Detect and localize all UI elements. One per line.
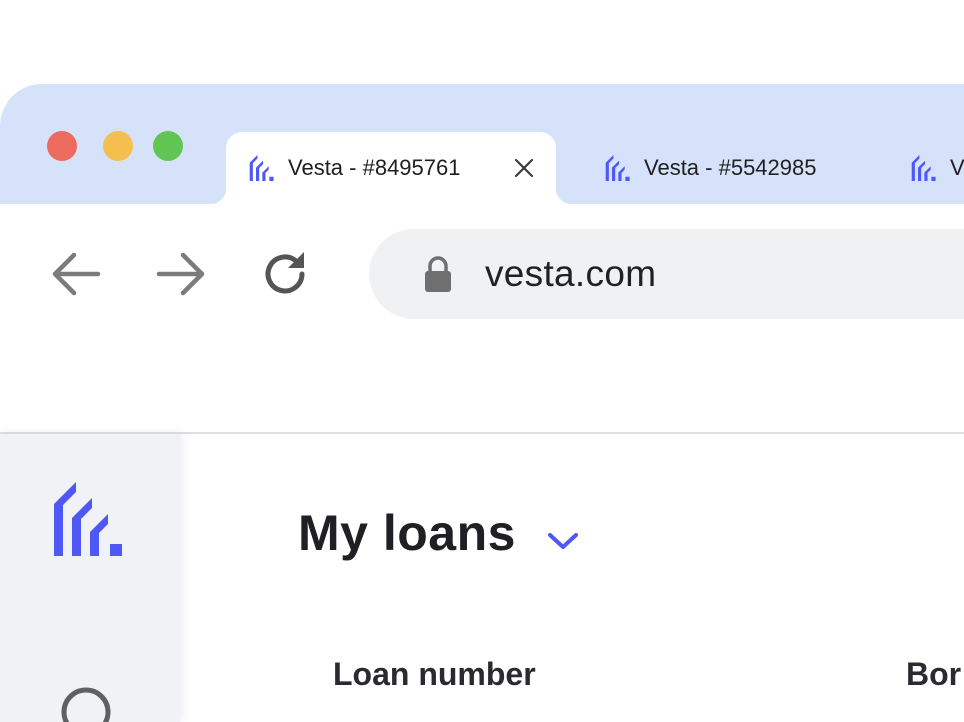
back-button[interactable]	[46, 244, 106, 304]
app-content: My loans Loan number Bor	[0, 434, 964, 722]
tab-strip: Vesta - #8495761 Vesta - #5542985 V	[0, 84, 964, 204]
tab-inactive[interactable]: Vesta - #5542985	[582, 132, 872, 204]
url-text[interactable]: vesta.com	[485, 253, 656, 295]
vesta-logo-icon	[911, 155, 936, 181]
arrow-right-icon	[156, 252, 205, 296]
close-window-button[interactable]	[47, 131, 77, 161]
browser-toolbar: vesta.com	[0, 204, 964, 434]
tab-title: Vesta - #8495761	[288, 155, 461, 180]
reload-button[interactable]	[255, 244, 315, 304]
address-bar[interactable]: vesta.com	[369, 229, 964, 319]
chevron-down-icon[interactable]	[546, 530, 580, 552]
page-title: My loans	[298, 505, 516, 561]
tab-title: V	[950, 155, 964, 180]
tab-title: Vesta - #5542985	[644, 155, 817, 180]
tab-active[interactable]: Vesta - #8495761	[210, 132, 572, 204]
column-header-borrower[interactable]: Bor	[906, 656, 961, 693]
sidebar	[0, 434, 180, 722]
maximize-window-button[interactable]	[153, 131, 183, 161]
search-icon[interactable]	[58, 684, 114, 722]
browser-window: Vesta - #8495761 Vesta - #5542985 V vest…	[0, 84, 964, 722]
lock-icon	[425, 256, 451, 292]
minimize-window-button[interactable]	[103, 131, 133, 161]
column-header-loan-number[interactable]: Loan number	[333, 656, 536, 693]
arrow-left-icon	[52, 252, 101, 296]
forward-button[interactable]	[151, 244, 211, 304]
vesta-logo-icon	[605, 155, 630, 181]
vesta-logo-icon[interactable]	[54, 482, 124, 556]
reload-icon	[265, 252, 305, 294]
close-icon[interactable]	[512, 156, 536, 180]
vesta-logo-icon	[249, 155, 274, 181]
tab-inactive[interactable]: V	[888, 132, 964, 204]
